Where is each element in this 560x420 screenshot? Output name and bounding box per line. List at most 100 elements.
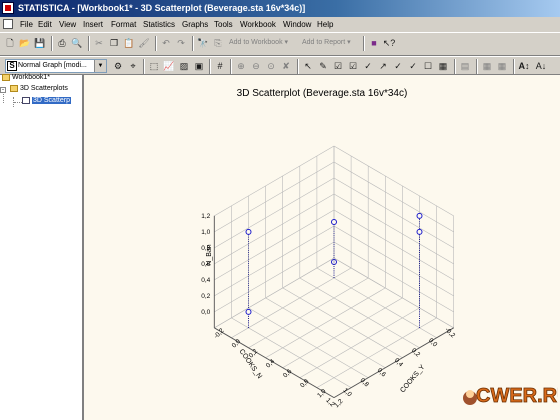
left-wall-grid-line [333,161,454,233]
document-icon[interactable] [3,19,13,29]
title-bar: STATISTICA - [Workbook1* - 3D Scatterplo… [0,0,560,17]
image-icon[interactable]: ▨ [177,59,191,73]
find-icon[interactable]: 🔭 [196,36,210,50]
floor-grid-line [282,287,403,359]
data-point[interactable] [245,228,252,235]
cut-icon[interactable]: ✂ [92,36,106,50]
grid-icon[interactable]: # [213,59,227,73]
zoom-graph-icon[interactable]: ⌖ [126,59,140,73]
y-tick-label: 0,8 [299,378,311,390]
y-tick-label: 0,4 [265,358,277,370]
draw-tool-1-icon[interactable]: ✎ [316,59,330,73]
y-tick-label: -0,2 [213,327,226,340]
draw-tool-9-icon[interactable]: ▦ [436,59,450,73]
graph-options-icon[interactable]: ⚙ [111,59,125,73]
x-tick-label: 1,0 [341,387,353,399]
help-pointer-icon[interactable]: ↖? [382,36,396,50]
cwer-watermark-logo: CWER.RU [463,385,558,407]
x-tick-label: 0,4 [393,357,405,369]
open-icon[interactable]: 📂 [18,36,32,50]
right-wall-grid-line [214,209,335,281]
paste-icon[interactable]: 📋 [122,36,136,50]
tree-item-3d-scatterplot[interactable]: 3D Scatterp [22,96,71,106]
chevron-down-icon[interactable]: ▼ [94,60,106,72]
draw-tool-5-icon[interactable]: ↗ [376,59,390,73]
draw-tool-3-icon[interactable]: ☑ [346,59,360,73]
menu-edit[interactable]: Edit [36,17,54,32]
print-icon[interactable]: ⎙ [55,36,69,50]
floor-grid-line [299,307,420,378]
zoom-out-icon[interactable]: ⊖ [249,59,263,73]
right-wall-grid-line [214,177,335,249]
new-icon[interactable]: 🗋 [3,36,17,50]
right-wall-grid-line [214,161,335,233]
menu-graphs[interactable]: Graphs [180,17,210,32]
data-point[interactable] [416,212,423,219]
align-icon[interactable]: ▤ [458,59,472,73]
draw-tool-7-icon[interactable]: ✓ [406,59,420,73]
menu-view[interactable]: View [57,17,78,32]
graph-type-select[interactable]: S Normal Graph [modi... ▼ [5,59,107,73]
y-tick-label: 0,0 [231,338,243,350]
draw-tool-4-icon[interactable]: ✓ [361,59,375,73]
save-icon[interactable]: 💾 [33,36,47,50]
layout-2-icon[interactable]: ▦ [495,59,509,73]
x-tick-label: 0,0 [427,337,439,349]
draw-tool-8-icon[interactable]: ☐ [421,59,435,73]
menu-help[interactable]: Help [315,17,335,32]
menu-window[interactable]: Window [281,17,313,32]
z-tick-label: 1,0 [201,229,210,236]
print-preview-icon[interactable]: 🔍 [70,36,84,50]
copy-icon[interactable]: ❐ [107,36,121,50]
tree-root-workbook[interactable]: Workbook1* [2,73,50,83]
right-wall-grid-line [214,225,335,297]
data-point[interactable] [416,228,423,235]
floor-grid-line [265,297,386,368]
y-tick-label: 0,6 [282,368,294,380]
window-icon[interactable]: ▣ [192,59,206,73]
menu-workbook[interactable]: Workbook [238,17,278,32]
left-wall-grid-line [333,145,454,217]
zoom-fit-icon[interactable]: ⊙ [264,59,278,73]
text-sort-icon[interactable]: A↓ [534,59,548,73]
add-to-report-button[interactable]: Add to Report ▾ [302,38,351,46]
toolbar-separator [143,59,145,74]
graph-canvas[interactable]: 1,2 1,0 0,8 0,6 0,4 0,2 0,0 1,2 1,0 0,8 0,6 0,4 0,2 0… [84,75,560,420]
toolbar-separator [513,59,515,74]
draw-tool-6-icon[interactable]: ✓ [391,59,405,73]
z-tick-label: 0,0 [201,309,210,316]
menu-format[interactable]: Format [109,17,138,32]
add-to-workbook-icon[interactable]: ⎘ [211,36,225,50]
pointer-icon[interactable]: ↖ [301,59,315,73]
plot-icon[interactable]: 📈 [162,59,176,73]
data-point[interactable] [331,218,337,225]
toolbar-separator [363,36,365,51]
workbook-icon [2,73,10,81]
menu-statistics[interactable]: Statistics [141,17,177,32]
data-point[interactable] [245,308,252,315]
undo-icon[interactable]: ↶ [159,36,173,50]
select-frame-icon[interactable]: ⬚ [147,59,161,73]
collapse-icon[interactable]: - [0,87,6,93]
draw-tool-2-icon[interactable]: ☑ [331,59,345,73]
text-size-icon[interactable]: A↕ [517,59,531,73]
brush-icon[interactable]: ✘ [279,59,293,73]
menu-tools[interactable]: Tools [212,17,235,32]
statistica-app-icon [2,2,14,14]
floor-grid-line [265,287,386,359]
menu-file[interactable]: File [18,17,35,32]
x-tick-label: 0,8 [359,377,371,389]
zoom-in-icon[interactable]: ⊕ [234,59,248,73]
menu-bar: File Edit View Insert Format Statistics … [0,17,560,32]
floor-grid-line [231,267,352,339]
s-icon: S [7,61,17,71]
books-icon[interactable]: ■ [367,36,381,50]
menu-insert[interactable]: Insert [81,17,105,32]
tree-folder-3d-scatterplots[interactable]: 3D Scatterplots [10,84,68,94]
format-painter-icon[interactable]: 🖌 [137,36,151,50]
layout-1-icon[interactable]: ▦ [480,59,494,73]
redo-icon[interactable]: ↷ [174,36,188,50]
add-to-workbook-button[interactable]: Add to Workbook ▾ [229,38,288,46]
tree-connector [14,102,22,103]
toolbar-separator [88,36,90,51]
